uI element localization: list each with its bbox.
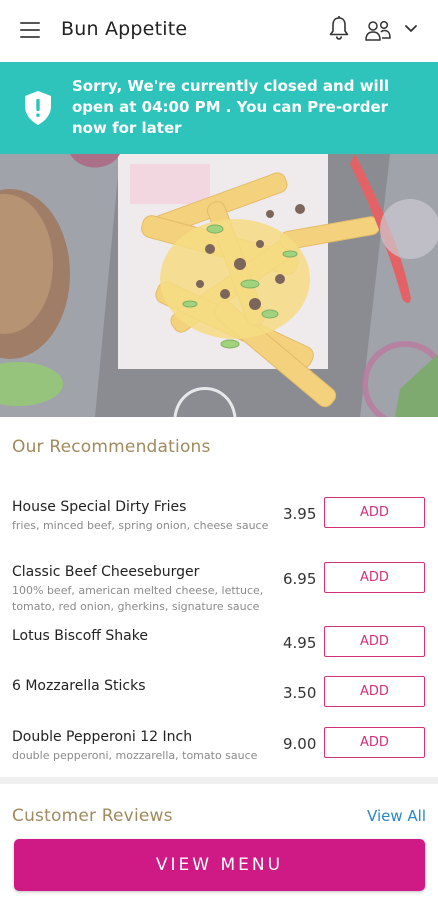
add-button[interactable]: ADD [324, 727, 425, 758]
add-button[interactable]: ADD [324, 497, 425, 528]
item-price: 6.95 [283, 570, 317, 588]
bell-icon[interactable] [327, 15, 351, 41]
item-description: double pepperoni, mozzarella, tomato sau… [12, 749, 258, 762]
add-button[interactable]: ADD [324, 626, 425, 657]
shield-alert-icon [25, 91, 51, 125]
item-price: 3.50 [283, 684, 317, 702]
item-name: Double Pepperoni 12 Inch [12, 729, 193, 745]
closed-banner: Sorry, We're currently closed and will o… [0, 62, 438, 154]
item-name: House Special Dirty Fries [12, 499, 187, 515]
app-title: Bun Appetite [61, 18, 188, 40]
menu-icon[interactable] [20, 22, 40, 38]
add-button[interactable]: ADD [324, 676, 425, 707]
view-menu-button[interactable]: VIEW MENU [14, 839, 425, 891]
item-name: Lotus Biscoff Shake [12, 628, 148, 644]
chevron-down-icon[interactable] [404, 24, 418, 34]
item-name: Classic Beef Cheeseburger [12, 564, 200, 580]
item-price: 9.00 [283, 735, 317, 753]
user-icon[interactable] [364, 19, 392, 43]
recommendations-title: Our Recommendations [12, 437, 211, 457]
add-button[interactable]: ADD [324, 562, 425, 593]
item-description: 100% beef, american melted cheese, lettu… [12, 584, 264, 613]
reviews-title: Customer Reviews [12, 806, 173, 826]
view-all-link[interactable]: View All [367, 807, 426, 825]
hero-image [0, 154, 438, 417]
closed-message: Sorry, We're currently closed and will o… [72, 77, 389, 137]
section-divider [0, 777, 438, 784]
item-description: fries, minced beef, spring onion, cheese… [12, 519, 269, 532]
item-price: 3.95 [283, 505, 317, 523]
item-price: 4.95 [283, 634, 317, 652]
app-bar: Bun Appetite [0, 0, 438, 62]
item-name: 6 Mozzarella Sticks [12, 678, 146, 694]
